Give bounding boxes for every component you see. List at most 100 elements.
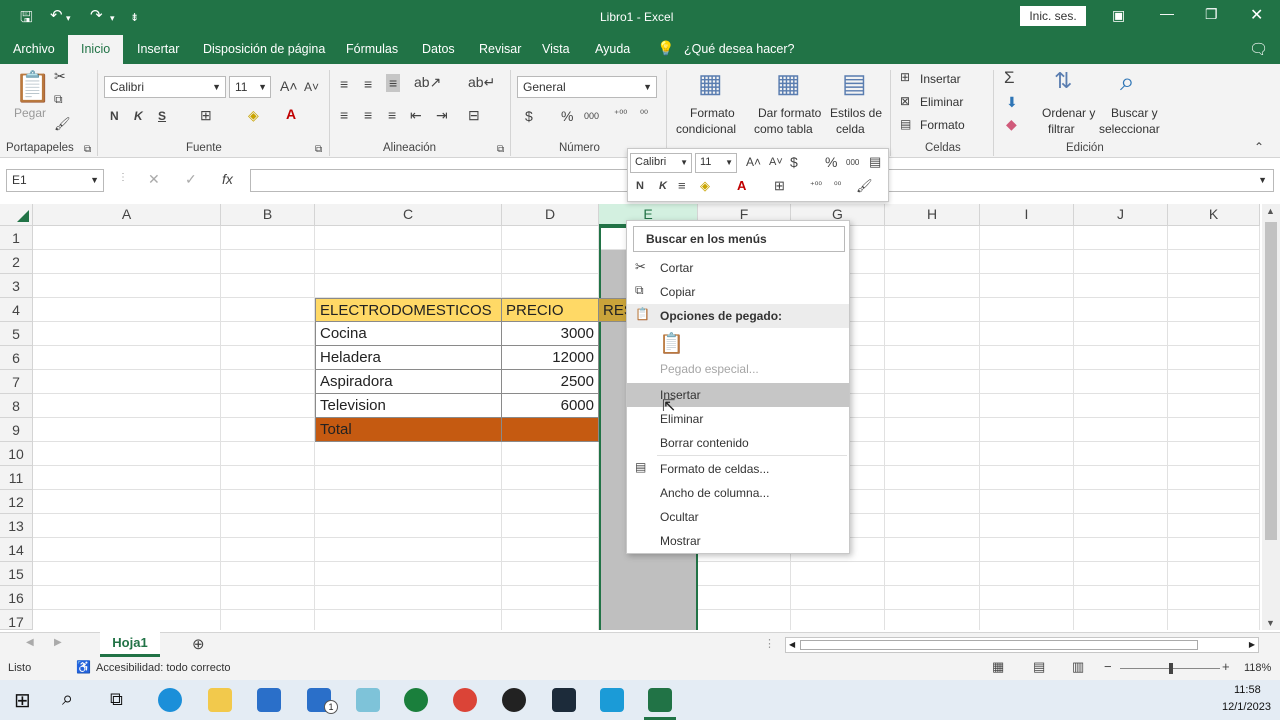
- borders-icon[interactable]: ⊞: [200, 107, 212, 124]
- edge-icon[interactable]: [158, 688, 182, 712]
- upwork-icon[interactable]: [404, 688, 428, 712]
- menu-item-eliminar[interactable]: Eliminar: [627, 407, 849, 431]
- format-as-table-label-1[interactable]: Dar formato: [758, 106, 821, 120]
- row-header-12[interactable]: 12: [0, 490, 33, 514]
- format-as-table-icon[interactable]: ▦: [776, 68, 801, 99]
- mini-italic-button[interactable]: K: [659, 180, 667, 192]
- tab-split-grip-icon[interactable]: ⋮: [764, 637, 775, 650]
- mini-format-table-icon[interactable]: ▤: [869, 154, 881, 170]
- redo-dropdown-icon[interactable]: ▾: [110, 13, 115, 24]
- sort-filter-label-1[interactable]: Ordenar y: [1042, 106, 1095, 120]
- align-top-icon[interactable]: ≡: [340, 76, 348, 92]
- menu-search-input[interactable]: Buscar en los menús: [633, 226, 845, 252]
- bold-button[interactable]: N: [110, 109, 119, 123]
- mini-format-painter-icon[interactable]: 🖌: [856, 178, 873, 194]
- menu-item-formato-celdas[interactable]: Formato de celdas...: [627, 457, 849, 481]
- find-select-label-1[interactable]: Buscar y: [1111, 106, 1158, 120]
- windows-start-icon[interactable]: ⊞: [14, 688, 31, 713]
- tab-insertar[interactable]: Insertar: [137, 42, 179, 56]
- mini-fill-color-icon[interactable]: ◈: [700, 178, 710, 194]
- shrink-font-icon[interactable]: A˅: [304, 80, 319, 94]
- insert-function-button[interactable]: fx: [222, 171, 233, 187]
- italic-button[interactable]: K: [134, 109, 143, 123]
- minimize-icon[interactable]: —: [1160, 5, 1174, 21]
- item-name-cell[interactable]: Aspiradora: [315, 370, 502, 394]
- item-price-cell[interactable]: 12000: [501, 346, 599, 370]
- search-icon[interactable]: ⌕: [62, 688, 73, 711]
- row-header-7[interactable]: 7: [0, 370, 33, 394]
- screen-recorder-icon[interactable]: [600, 688, 624, 712]
- menu-item-cortar[interactable]: Cortar: [627, 256, 849, 280]
- format-painter-icon[interactable]: 🖌: [54, 116, 71, 132]
- font-color-icon[interactable]: A: [286, 106, 296, 122]
- increase-indent-icon[interactable]: ⇥: [436, 107, 448, 124]
- mini-shrink-font-icon[interactable]: A˅: [769, 156, 783, 168]
- app-icon[interactable]: [552, 688, 576, 712]
- header-cell-electrodomesticos[interactable]: ELECTRODOMESTICOS: [315, 298, 502, 322]
- undo-icon[interactable]: ↶: [50, 6, 63, 24]
- font-name-select[interactable]: Calibri ▼: [104, 76, 226, 98]
- tab-formulas[interactable]: Fórmulas: [346, 42, 398, 56]
- find-select-icon[interactable]: ⌕: [1120, 66, 1135, 98]
- mini-bold-button[interactable]: N: [636, 180, 644, 192]
- sort-filter-icon[interactable]: ⇅: [1054, 68, 1072, 94]
- mini-font-color-icon[interactable]: A: [737, 178, 746, 193]
- row-header-3[interactable]: 3: [0, 274, 33, 298]
- row-header-6[interactable]: 6: [0, 346, 33, 370]
- tell-me-search[interactable]: ¿Qué desea hacer?: [684, 42, 795, 56]
- item-name-cell[interactable]: Heladera: [315, 346, 502, 370]
- zoom-in-icon[interactable]: +: [1222, 659, 1230, 674]
- cell-styles-icon[interactable]: ▤: [842, 68, 867, 99]
- paste-icon[interactable]: 📋: [659, 331, 684, 356]
- cut-icon[interactable]: ✂: [54, 68, 66, 85]
- row-header-9[interactable]: 9: [0, 418, 33, 442]
- thousands-format-button[interactable]: 000: [584, 111, 599, 121]
- decrease-indent-icon[interactable]: ⇤: [410, 107, 422, 124]
- align-middle-icon[interactable]: ≡: [364, 76, 372, 92]
- mini-increase-decimal-icon[interactable]: ⁺⁰⁰: [810, 180, 822, 191]
- format-cells-icon[interactable]: ▤: [900, 117, 911, 131]
- tab-archivo[interactable]: Archivo: [13, 42, 55, 56]
- confirm-entry-icon[interactable]: ✓: [185, 171, 197, 188]
- page-layout-view-icon[interactable]: ▤: [1033, 659, 1045, 675]
- row-header-1[interactable]: 1: [0, 226, 33, 250]
- delete-cells-label[interactable]: Eliminar: [920, 95, 963, 109]
- next-sheet-icon[interactable]: ▶: [54, 637, 62, 648]
- mini-grow-font-icon[interactable]: A˄: [746, 155, 761, 169]
- align-dialog-launcher-icon[interactable]: ⧉: [497, 144, 504, 155]
- row-header-13[interactable]: 13: [0, 514, 33, 538]
- obs-icon[interactable]: [502, 688, 526, 712]
- format-as-table-label-2[interactable]: como tabla: [754, 122, 813, 136]
- menu-item-mostrar[interactable]: Mostrar: [627, 529, 849, 553]
- col-header-j[interactable]: J: [1074, 204, 1168, 226]
- cancel-entry-icon[interactable]: ✕: [148, 171, 160, 188]
- underline-button[interactable]: S: [158, 109, 166, 123]
- clear-icon[interactable]: ◆: [1006, 116, 1017, 133]
- mini-decrease-decimal-icon[interactable]: ⁰⁰: [834, 180, 841, 191]
- sort-filter-label-2[interactable]: filtrar: [1048, 122, 1075, 136]
- align-center-icon[interactable]: ≡: [364, 107, 372, 123]
- align-right-icon[interactable]: ≡: [388, 107, 396, 123]
- redo-icon[interactable]: ↷: [90, 6, 103, 24]
- tab-ayuda[interactable]: Ayuda: [595, 42, 630, 56]
- delete-cells-icon[interactable]: ⊠: [900, 94, 910, 108]
- normal-view-icon[interactable]: ▦: [992, 659, 1004, 675]
- conditional-format-label-2[interactable]: condicional: [676, 122, 736, 136]
- insert-cells-label[interactable]: Insertar: [920, 72, 961, 86]
- notes-icon[interactable]: [356, 688, 380, 712]
- fill-color-icon[interactable]: ◈: [248, 107, 259, 124]
- header-cell-res[interactable]: RES: [598, 298, 628, 322]
- row-header-14[interactable]: 14: [0, 538, 33, 562]
- clock-time[interactable]: 11:58: [1234, 684, 1261, 696]
- sheet-tab-hoja1[interactable]: Hoja1: [100, 632, 160, 657]
- row-header-2[interactable]: 2: [0, 250, 33, 274]
- accessibility-status[interactable]: Accesibilidad: todo correcto: [96, 662, 231, 674]
- item-price-cell[interactable]: 3000: [501, 322, 599, 346]
- dialog-launcher-icon[interactable]: ⧉: [84, 144, 91, 155]
- format-cells-label[interactable]: Formato: [920, 118, 965, 132]
- total-label-cell[interactable]: Total: [315, 418, 502, 442]
- tab-inicio[interactable]: Inicio: [68, 35, 124, 64]
- row-header-4[interactable]: 4: [0, 298, 33, 322]
- number-format-select[interactable]: General ▼: [517, 76, 657, 98]
- font-dialog-launcher-icon[interactable]: ⧉: [315, 144, 322, 155]
